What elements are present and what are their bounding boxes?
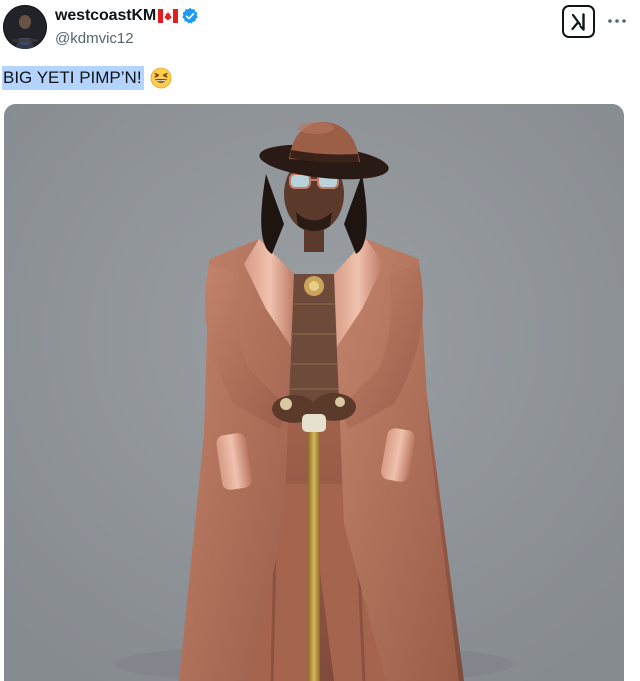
tweet-text: BIG YETI PIMP’N!: [2, 65, 172, 91]
handle[interactable]: @kdmvic12: [55, 30, 199, 47]
more-options-button[interactable]: [604, 8, 630, 34]
tweet-text-content: BIG YETI PIMP’N!: [2, 66, 144, 90]
name-row: westcoastKM: [55, 6, 199, 26]
post-media-photo[interactable]: [4, 104, 624, 681]
grinning-squinting-face-icon: [150, 67, 171, 89]
grok-icon: [570, 12, 585, 31]
user-info: westcoastKM @kdmvic12: [55, 6, 199, 47]
verified-badge-icon: [181, 7, 199, 25]
avatar-image: [3, 5, 47, 49]
avatar[interactable]: [3, 5, 47, 49]
grok-button[interactable]: [562, 5, 595, 38]
more-icon: [608, 19, 626, 23]
display-name[interactable]: westcoastKM: [55, 7, 156, 25]
canada-flag-icon: [158, 9, 179, 23]
photo-icon: [4, 104, 624, 681]
post-header: westcoastKM @kdmvic12: [0, 0, 640, 60]
